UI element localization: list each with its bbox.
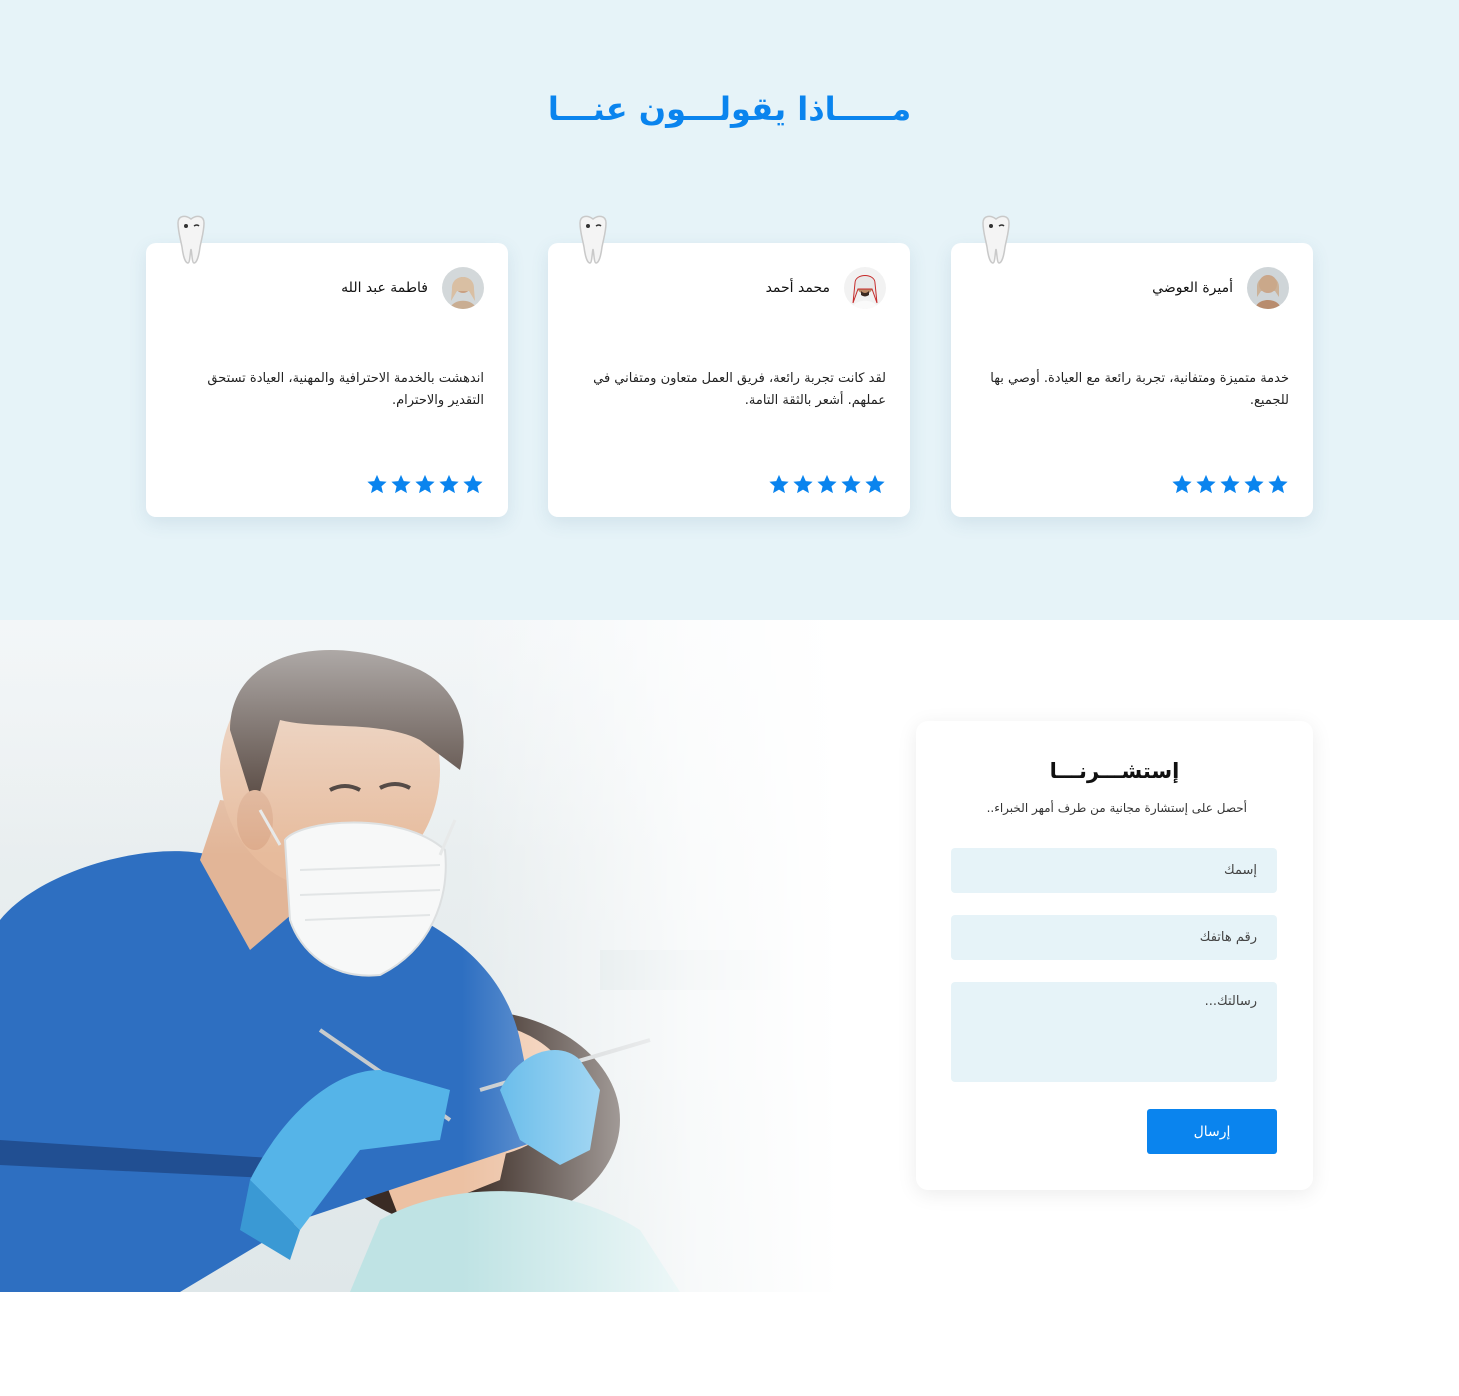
star-icon (1268, 474, 1288, 494)
avatar (1247, 267, 1289, 309)
name-input[interactable] (951, 848, 1277, 893)
message-textarea[interactable] (951, 982, 1277, 1082)
tooth-icon (177, 215, 205, 264)
star-icon (841, 474, 861, 494)
star-icon (391, 474, 411, 494)
star-icon (439, 474, 459, 494)
star-icon (817, 474, 837, 494)
star-icon (463, 474, 483, 494)
testimonial-quote: اندهشت بالخدمة الاحترافية والمهنية، العي… (207, 371, 484, 408)
testimonial-quote: لقد كانت تجربة رائعة، فريق العمل متعاون … (593, 371, 886, 408)
star-icon (1244, 474, 1264, 494)
reviewer: أميرة العوضي (1152, 267, 1289, 309)
star-icon (769, 474, 789, 494)
star-rating (366, 473, 484, 495)
star-rating (1171, 473, 1289, 495)
star-icon (367, 474, 387, 494)
reviewer-name: أميرة العوضي (1152, 280, 1233, 296)
star-icon (1220, 474, 1240, 494)
testimonial-card: محمد أحمد لقد كانت تجربة رائعة، فريق الع… (548, 215, 910, 517)
tooth-icon (982, 215, 1010, 264)
star-icon (1196, 474, 1216, 494)
star-icon (793, 474, 813, 494)
reviewer-name: محمد أحمد (765, 280, 830, 296)
avatar (844, 267, 886, 309)
star-rating (768, 473, 886, 495)
reviewer: فاطمة عبد الله (341, 267, 484, 309)
testimonials-title: مـــــاذا يقولـــون عنـــا (547, 90, 912, 128)
star-icon (865, 474, 885, 494)
send-button[interactable]: إرسال (1147, 1109, 1277, 1154)
testimonial-card: أميرة العوضي خدمة متميزة ومتفانية، تجربة… (951, 215, 1313, 517)
phone-input[interactable] (951, 915, 1277, 960)
consultation-form: إستشـــرنـــا أحصل على إستشارة مجانية من… (916, 721, 1313, 1190)
form-title: إستشـــرنـــا (1049, 759, 1180, 783)
reviewer: محمد أحمد (766, 267, 886, 309)
testimonial-quote: خدمة متميزة ومتفانية، تجربة رائعة مع الع… (990, 371, 1289, 408)
star-icon (415, 474, 435, 494)
form-subtitle: أحصل على إستشارة مجانية من طرف أمهر الخب… (986, 801, 1247, 815)
dentist-photo (0, 620, 840, 1292)
star-icon (1172, 474, 1192, 494)
testimonial-card: فاطمة عبد الله اندهشت بالخدمة الاحترافية… (146, 215, 508, 517)
avatar (442, 267, 484, 309)
testimonials-section: مـــــاذا يقولـــون عنـــا أميرة العوضي … (0, 0, 1459, 620)
tooth-icon (579, 215, 607, 264)
reviewer-name: فاطمة عبد الله (341, 280, 428, 296)
